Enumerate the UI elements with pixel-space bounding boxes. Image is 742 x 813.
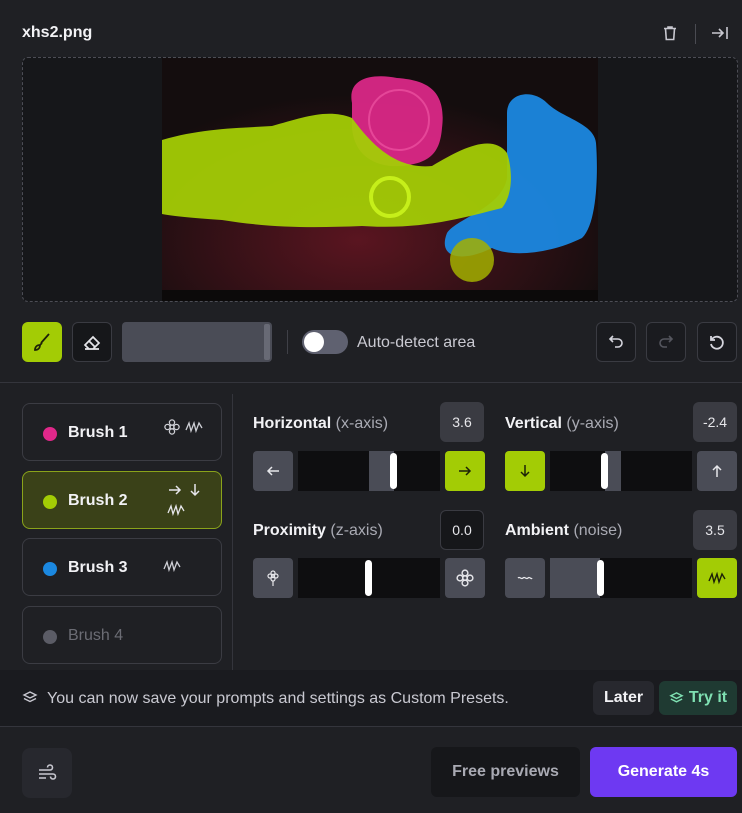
vertical-slider-handle[interactable] bbox=[601, 453, 608, 489]
flower-icon bbox=[456, 569, 474, 587]
brush-color-dot bbox=[43, 630, 57, 644]
brush-size-handle[interactable] bbox=[264, 324, 270, 360]
mask-toolbar: Auto-detect area bbox=[0, 318, 742, 366]
ambient-label: Ambient (noise) bbox=[505, 522, 623, 539]
horizontal-label: Horizontal (x-axis) bbox=[253, 415, 389, 432]
proximity-slider-handle[interactable] bbox=[365, 560, 372, 596]
arrow-right-icon bbox=[459, 466, 472, 476]
wave-icon bbox=[185, 420, 203, 434]
free-previews-button[interactable]: Free previews bbox=[431, 747, 580, 797]
redo-icon bbox=[659, 335, 674, 348]
toolbar-divider bbox=[287, 330, 288, 354]
ambient-slider-handle[interactable] bbox=[597, 560, 604, 596]
collapse-panel-button[interactable] bbox=[709, 22, 731, 44]
arrow-left-icon bbox=[266, 466, 279, 476]
arrow-down-icon bbox=[190, 484, 200, 497]
flower-icon bbox=[163, 419, 180, 435]
ambient-slider-fill bbox=[550, 558, 600, 598]
calm-wave-icon bbox=[517, 576, 533, 580]
vertical-value[interactable]: -2.4 bbox=[693, 402, 737, 442]
wave-icon bbox=[708, 571, 726, 585]
settings-button[interactable] bbox=[22, 748, 72, 798]
brush-name: Brush 3 bbox=[68, 559, 128, 576]
arrow-right-icon bbox=[168, 485, 181, 495]
brush-tool-button[interactable] bbox=[22, 322, 62, 362]
horizontal-value[interactable]: 3.6 bbox=[440, 402, 484, 442]
proximity-far-button[interactable] bbox=[253, 558, 293, 598]
brush-color-dot bbox=[43, 495, 57, 509]
horizontal-right-button[interactable] bbox=[445, 451, 485, 491]
brush-color-dot bbox=[43, 427, 57, 441]
proximity-near-button[interactable] bbox=[445, 558, 485, 598]
footer: Free previews Generate 4s bbox=[0, 727, 742, 813]
reset-icon bbox=[710, 335, 724, 350]
brush-2-ambient-handle[interactable] bbox=[450, 238, 494, 282]
horizontal-slider[interactable] bbox=[298, 451, 440, 491]
collapse-right-icon bbox=[712, 27, 728, 39]
source-image[interactable] bbox=[162, 58, 598, 301]
vertical-label: Vertical (y-axis) bbox=[505, 415, 619, 432]
layers-icon bbox=[22, 690, 38, 711]
undo-button[interactable] bbox=[596, 322, 636, 362]
brush-color-dot bbox=[43, 562, 57, 576]
generate-button[interactable]: Generate 4s bbox=[590, 747, 737, 797]
horizontal-left-button[interactable] bbox=[253, 451, 293, 491]
banner-text: You can now save your prompts and settin… bbox=[47, 690, 509, 707]
ambient-high-button[interactable] bbox=[697, 558, 737, 598]
proximity-value[interactable]: 0.0 bbox=[440, 510, 484, 550]
ambient-low-button[interactable] bbox=[505, 558, 545, 598]
trash-icon bbox=[664, 26, 676, 41]
header: xhs2.png bbox=[0, 0, 742, 56]
brush-item-1[interactable]: Brush 1 bbox=[22, 403, 222, 461]
wind-icon bbox=[39, 764, 57, 780]
vertical-slider[interactable] bbox=[550, 451, 692, 491]
brush-name: Brush 4 bbox=[68, 627, 124, 644]
header-divider bbox=[695, 24, 696, 44]
arrow-down-icon bbox=[520, 465, 530, 478]
file-name: xhs2.png bbox=[22, 24, 93, 41]
try-it-label: Try it bbox=[688, 689, 728, 706]
brush-size-slider[interactable] bbox=[122, 322, 272, 362]
horizontal-slider-handle[interactable] bbox=[390, 453, 397, 489]
vertical-up-button[interactable] bbox=[697, 451, 737, 491]
later-button[interactable]: Later bbox=[593, 681, 654, 715]
eraser-tool-button[interactable] bbox=[72, 322, 112, 362]
panel-divider bbox=[232, 394, 233, 670]
small-flower-icon bbox=[267, 570, 279, 586]
mask-canvas[interactable] bbox=[22, 57, 738, 302]
arrow-up-icon bbox=[712, 464, 722, 477]
ambient-value[interactable]: 3.5 bbox=[693, 510, 737, 550]
wave-icon bbox=[166, 503, 185, 517]
wave-icon bbox=[163, 559, 181, 573]
proximity-label: Proximity (z-axis) bbox=[253, 522, 383, 539]
section-divider bbox=[0, 382, 742, 383]
paintbrush-icon bbox=[34, 333, 50, 351]
presets-banner: You can now save your prompts and settin… bbox=[0, 670, 742, 726]
toggle-knob bbox=[304, 332, 324, 352]
ambient-slider[interactable] bbox=[550, 558, 692, 598]
proximity-slider[interactable] bbox=[298, 558, 440, 598]
brush-effects bbox=[163, 557, 181, 580]
brush-item-3[interactable]: Brush 3 bbox=[22, 538, 222, 596]
brush-effects bbox=[166, 482, 203, 524]
redo-button[interactable] bbox=[646, 322, 686, 362]
undo-icon bbox=[608, 335, 623, 348]
auto-detect-toggle[interactable] bbox=[302, 330, 348, 354]
layers-icon bbox=[669, 691, 684, 703]
mask-overlay bbox=[162, 58, 598, 301]
try-it-button[interactable]: Try it bbox=[659, 681, 737, 715]
brush-name: Brush 1 bbox=[68, 424, 128, 441]
reset-button[interactable] bbox=[697, 322, 737, 362]
vertical-down-button[interactable] bbox=[505, 451, 545, 491]
brush-effects bbox=[163, 418, 203, 441]
brush-item-4[interactable]: Brush 4 bbox=[22, 606, 222, 664]
eraser-icon bbox=[83, 335, 101, 350]
auto-detect-label: Auto-detect area bbox=[357, 334, 476, 351]
delete-button[interactable] bbox=[659, 22, 681, 44]
brush-name: Brush 2 bbox=[68, 492, 128, 509]
brush-item-2[interactable]: Brush 2 bbox=[22, 471, 222, 529]
